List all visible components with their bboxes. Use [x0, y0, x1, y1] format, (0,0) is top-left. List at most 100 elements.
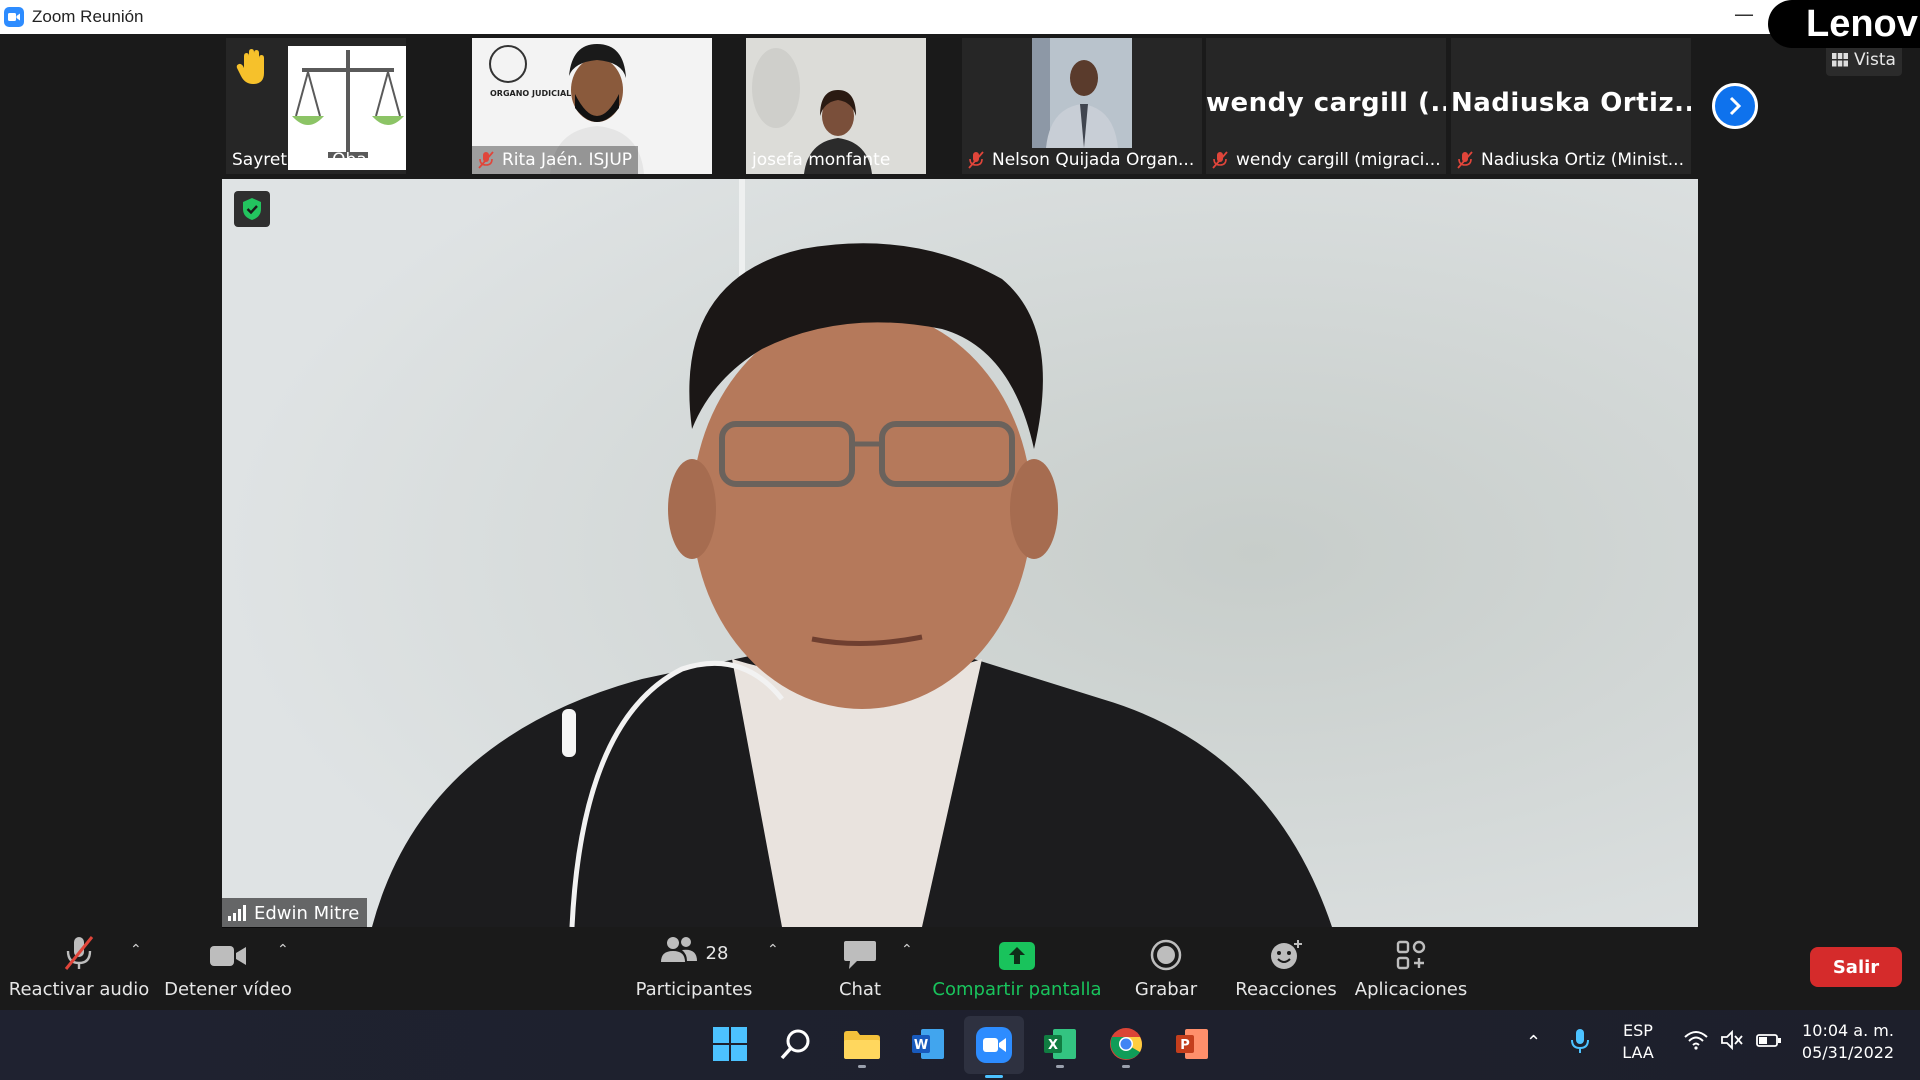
microphone-tray-icon[interactable]: [1570, 1028, 1590, 1060]
chat-button[interactable]: Chat: [820, 930, 900, 1010]
muted-mic-icon: [1212, 151, 1228, 169]
participant-tile[interactable]: josefa monfante: [746, 38, 926, 174]
chrome-icon: [1110, 1028, 1142, 1060]
participants-icon: [660, 937, 697, 962]
participant-name: wendy cargill (migraci...: [1206, 146, 1446, 174]
powerpoint-icon: P: [1176, 1029, 1208, 1059]
participant-name: Sayreth De Obaldia: [232, 150, 398, 170]
participant-tile[interactable]: Nadiuska Ortiz... Nadiuska Ortiz (Minist…: [1451, 38, 1691, 174]
apps-label: Aplicaciones: [1354, 979, 1468, 1000]
share-screen-button[interactable]: Compartir pantalla: [932, 930, 1102, 1010]
zoom-app-icon: [4, 7, 24, 27]
connection-signal-icon: [228, 905, 246, 921]
zoom-icon: [976, 1027, 1012, 1063]
record-icon: [1150, 939, 1182, 971]
participant-video: [1032, 38, 1132, 148]
search-icon: [780, 1029, 810, 1060]
excel-icon: X: [1044, 1029, 1076, 1059]
chat-label: Chat: [838, 979, 882, 1000]
unmute-button[interactable]: Reactivar audio: [8, 930, 150, 1010]
share-screen-icon: [999, 942, 1035, 970]
record-button[interactable]: Grabar: [1126, 930, 1206, 1010]
participant-tile[interactable]: wendy cargill (... wendy cargill (migrac…: [1206, 38, 1446, 174]
video-options-caret[interactable]: ⌃: [277, 942, 289, 958]
active-speaker-name: Edwin Mitre: [222, 898, 368, 928]
microphone-icon: [1571, 1029, 1589, 1053]
stop-video-label: Detener vídeo: [164, 979, 292, 1000]
participant-name: Rita Jaén. ISJUP: [472, 146, 639, 174]
windows-taskbar: W X P ⌃ ESP LAA 10:04 a. m. 05/31/2022: [0, 1010, 1920, 1080]
clock-time: 10:04 a. m.: [1802, 1021, 1894, 1040]
apps-icon: [1396, 940, 1426, 970]
language-code: ESP: [1623, 1021, 1653, 1040]
show-hidden-icons-button[interactable]: ⌃: [1526, 1032, 1541, 1054]
muted-mic-icon: [968, 151, 984, 169]
excel-taskbar-icon[interactable]: X: [1040, 1024, 1080, 1068]
share-screen-label: Compartir pantalla: [932, 979, 1102, 1000]
emoji-reaction-icon: [1271, 940, 1302, 969]
leave-meeting-button[interactable]: Salir: [1810, 947, 1902, 987]
svg-text:X: X: [1048, 1038, 1058, 1053]
grid-view-icon: [1832, 53, 1849, 67]
file-explorer-taskbar-icon[interactable]: [842, 1024, 882, 1068]
wifi-icon: [1684, 1031, 1708, 1050]
participant-tile[interactable]: Sayreth De Obaldia: [226, 38, 406, 174]
input-language[interactable]: ESP LAA: [1616, 1020, 1660, 1064]
running-indicator: [985, 1075, 1003, 1078]
raised-hand-icon: [236, 49, 264, 84]
running-indicator: [1122, 1065, 1130, 1068]
record-label: Grabar: [1134, 979, 1198, 1000]
battery-icon: [1756, 1034, 1781, 1047]
brand-overlay: Lenov: [1768, 0, 1920, 48]
search-button[interactable]: [776, 1024, 816, 1064]
meeting-toolbar: Reactivar audio ⌃ Detener vídeo ⌃ 28 Par…: [0, 930, 1920, 1010]
keyboard-layout: LAA: [1622, 1043, 1654, 1062]
participant-display-name: wendy cargill (...: [1206, 88, 1446, 118]
reactions-label: Reacciones: [1235, 979, 1337, 1000]
chevron-right-icon: [1729, 96, 1742, 116]
windows-logo-icon: [713, 1027, 747, 1061]
next-page-button[interactable]: [1712, 83, 1758, 129]
speaker-video-image: [222, 179, 1698, 927]
word-taskbar-icon[interactable]: W: [908, 1024, 948, 1064]
title-bar: Zoom Reunión —: [0, 0, 1920, 34]
running-indicator: [1056, 1065, 1064, 1068]
apps-button[interactable]: Aplicaciones: [1352, 930, 1470, 1010]
stop-video-button[interactable]: Detener vídeo: [162, 930, 294, 1010]
folder-icon: [844, 1031, 880, 1059]
active-speaker-video: [222, 179, 1698, 927]
chat-bubble-icon: [844, 941, 876, 969]
view-button[interactable]: Vista: [1826, 44, 1902, 76]
chat-options-caret[interactable]: ⌃: [901, 942, 913, 958]
svg-text:W: W: [914, 1038, 928, 1053]
zoom-taskbar-icon[interactable]: [964, 1016, 1024, 1078]
clock[interactable]: 10:04 a. m. 05/31/2022: [1794, 1020, 1902, 1064]
encryption-shield-icon[interactable]: [234, 191, 270, 227]
reactions-button[interactable]: Reacciones: [1235, 930, 1337, 1010]
participant-display-name: Nadiuska Ortiz...: [1451, 88, 1691, 118]
unmute-label: Reactivar audio: [8, 979, 150, 1000]
start-button[interactable]: [710, 1024, 750, 1064]
chrome-taskbar-icon[interactable]: [1106, 1024, 1146, 1068]
audio-options-caret[interactable]: ⌃: [130, 942, 142, 958]
speaker-muted-icon: [1721, 1030, 1743, 1050]
clock-date: 05/31/2022: [1801, 1043, 1895, 1062]
participant-name: Nelson Quijada Organ...: [962, 146, 1200, 174]
window-title: Zoom Reunión: [32, 7, 144, 26]
participants-label: Participantes: [635, 979, 753, 1000]
participant-name: Nadiuska Ortiz (Minist...: [1451, 146, 1690, 174]
running-indicator: [858, 1065, 866, 1068]
participants-options-caret[interactable]: ⌃: [767, 942, 779, 958]
muted-mic-icon: [64, 936, 94, 970]
participant-tile[interactable]: Nelson Quijada Organ...: [962, 38, 1202, 174]
participant-tile[interactable]: ORGANO JUDICIAL Rita Jaén. ISJUP: [472, 38, 712, 174]
organo-judicial-logo-text: ORGANO JUDICIAL: [490, 89, 571, 98]
minimize-button[interactable]: —: [1734, 2, 1754, 26]
word-icon: W: [912, 1029, 944, 1059]
network-sound-battery[interactable]: [1684, 1030, 1782, 1050]
video-camera-icon: [210, 946, 246, 966]
svg-text:P: P: [1180, 1038, 1190, 1053]
view-button-label: Vista: [1854, 50, 1896, 70]
participants-button[interactable]: 28 Participantes: [634, 930, 754, 1010]
powerpoint-taskbar-icon[interactable]: P: [1172, 1024, 1212, 1064]
